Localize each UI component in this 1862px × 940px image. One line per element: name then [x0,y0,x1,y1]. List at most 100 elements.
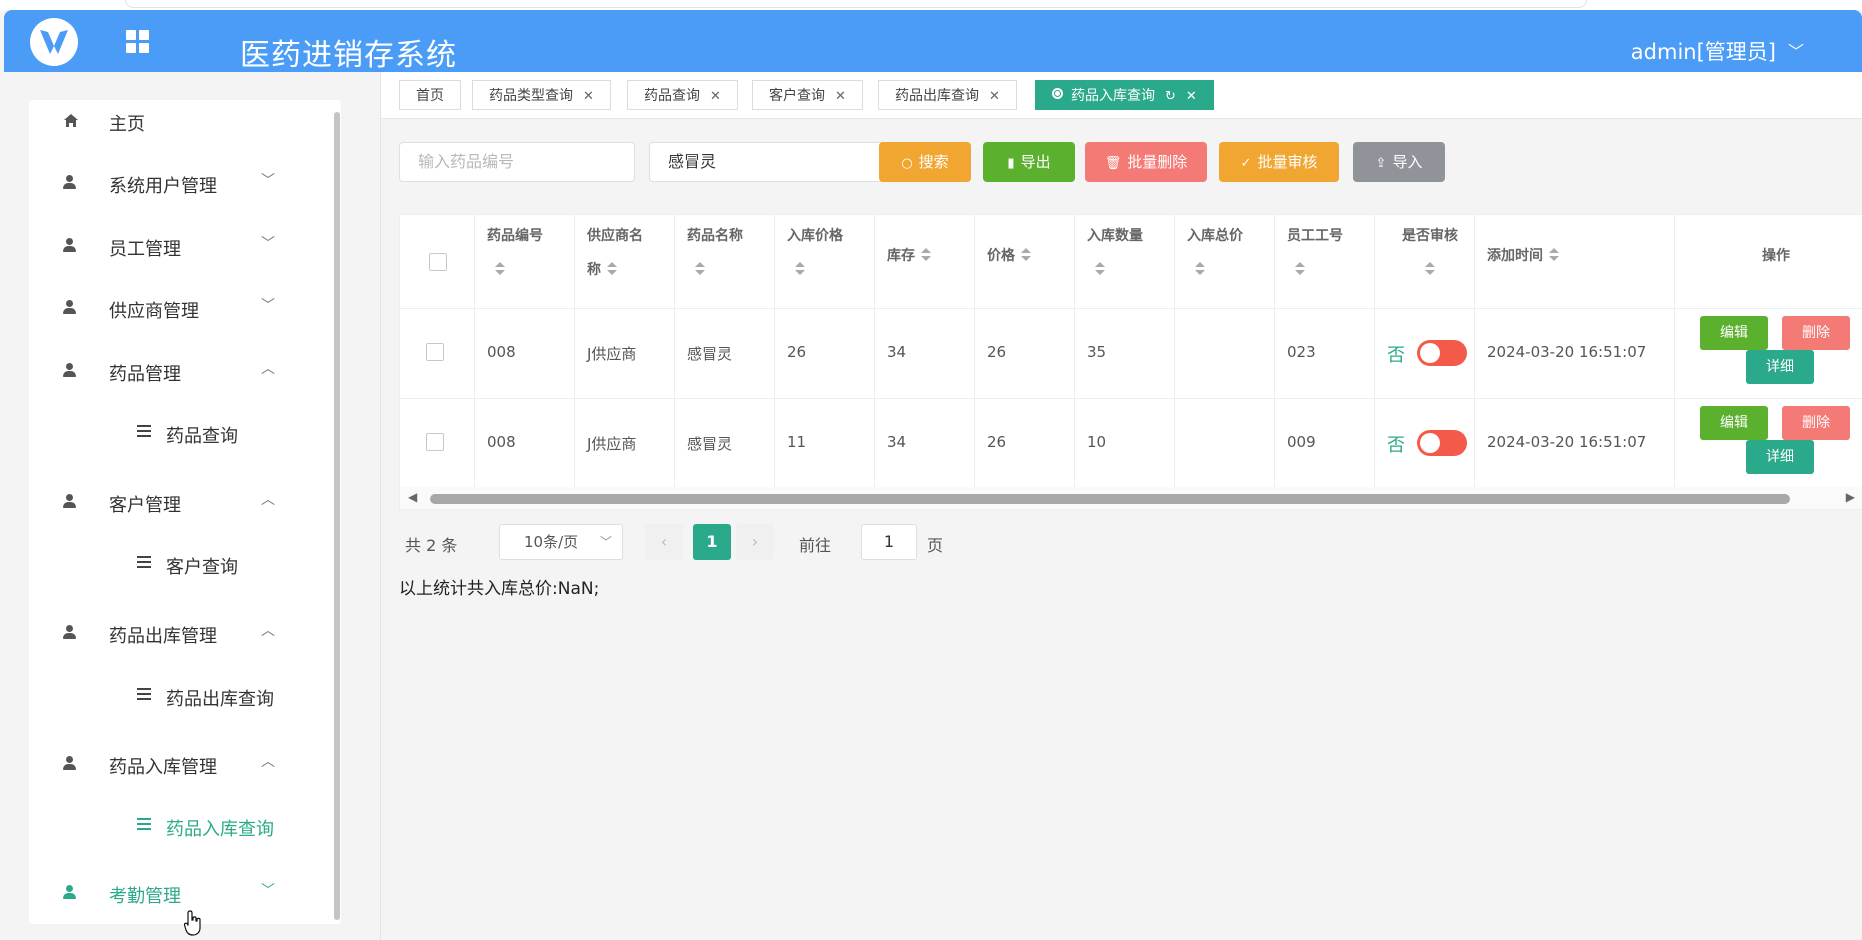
sort-icon[interactable] [695,262,705,276]
sidebar-item-outbound-query[interactable]: 药品出库查询 [29,675,329,719]
pagination-total: 共 2 条 [405,536,458,555]
sidebar-item-attendance[interactable]: 考勤管理 ﹀ [29,872,329,916]
scroll-thumb[interactable] [430,494,1790,504]
table-row: 008 J供应商 感冒灵 26 34 26 35 023 否 2024-03-2… [400,308,1862,399]
header-qty[interactable]: 入库数量 [1087,219,1143,287]
sort-icon[interactable] [1549,248,1559,262]
sort-icon[interactable] [1295,262,1305,276]
sidebar-item-label: 药品查询 [166,426,238,447]
sidebar-item-inbound-query[interactable]: 药品入库查询 [29,805,329,849]
close-icon[interactable]: ✕ [989,89,1000,104]
goto-page-input[interactable]: 1 [861,524,917,560]
list-icon [137,688,155,706]
cell-price: 26 [987,343,1007,361]
user-menu[interactable]: admin[管理员] ﹀ [1631,36,1804,66]
chevron-down-icon: ﹀ [261,883,275,899]
header-in-price[interactable]: 入库价格 [787,219,843,287]
sort-icon[interactable] [1021,248,1031,262]
select-all-checkbox[interactable] [429,253,447,271]
chevron-down-icon: ﹀ [1787,42,1804,61]
edit-button[interactable]: 编辑 [1700,316,1768,350]
tab-drug-query[interactable]: 药品查询 ✕ [627,80,738,110]
edit-button[interactable]: 编辑 [1700,406,1768,440]
next-page-button[interactable]: › [736,524,774,560]
batch-delete-button[interactable]: 🗑 批量删除 [1085,142,1207,182]
close-icon[interactable]: ✕ [835,89,846,104]
sidebar-item-system-users[interactable]: 系统用户管理 ﹀ [29,162,329,206]
sidebar-item-drug-query[interactable]: 药品查询 [29,412,329,456]
sidebar-item-staff[interactable]: 员工管理 ﹀ [29,225,329,269]
sidebar-scrollbar[interactable] [334,112,340,920]
page-size-select[interactable]: 10条/页 ﹀ [499,524,623,560]
header-stock[interactable]: 库存 [887,239,931,273]
row-checkbox[interactable] [426,343,444,361]
sidebar-item-drugs[interactable]: 药品管理 ︿ [29,350,329,394]
cell-qty: 35 [1087,343,1107,361]
sidebar-item-customers[interactable]: 客户管理 ︿ [29,481,329,525]
batch-audit-button[interactable]: ✓ 批量审核 [1219,142,1339,182]
close-icon[interactable]: ✕ [1186,89,1197,104]
header-staff[interactable]: 员工工号 [1287,219,1343,287]
header-price[interactable]: 价格 [987,239,1031,273]
sort-icon[interactable] [495,262,505,276]
scroll-right-icon[interactable]: ▶ [1846,490,1855,504]
header-supplier[interactable]: 供应商名称 [587,219,643,287]
page-unit-label: 页 [927,536,944,555]
browser-strip [0,0,1862,10]
sort-icon[interactable] [1425,262,1435,276]
sidebar-item-drug-inbound[interactable]: 药品入库管理 ︿ [29,743,329,787]
delete-button[interactable]: 删除 [1782,406,1850,440]
audit-toggle[interactable] [1417,340,1467,366]
tab-inbound-query[interactable]: 药品入库查询 ↻ ✕ [1035,80,1214,110]
audit-toggle[interactable] [1417,430,1467,456]
sidebar-item-suppliers[interactable]: 供应商管理 ﹀ [29,287,329,331]
delete-button[interactable]: 删除 [1782,316,1850,350]
sort-icon[interactable] [921,248,931,262]
sort-icon[interactable] [1195,262,1205,276]
scroll-left-icon[interactable]: ◀ [408,490,417,504]
table-horizontal-scrollbar[interactable]: ◀ ▶ [400,487,1862,509]
cell-added: 2024-03-20 16:51:07 [1487,433,1647,451]
detail-button[interactable]: 详细 [1746,350,1814,384]
sidebar-item-home[interactable]: 主页 [29,100,329,144]
tab-home[interactable]: 首页 [399,80,461,110]
sidebar-item-customer-query[interactable]: 客户查询 [29,543,329,587]
header-total[interactable]: 入库总价 [1187,219,1243,287]
sidebar-item-label: 客户管理 [109,495,181,516]
header-label: 入库总价 [1187,228,1243,244]
person-icon [62,174,80,192]
sidebar-item-drug-outbound[interactable]: 药品出库管理 ︿ [29,612,329,656]
header-ops: 操作 [1762,239,1790,273]
drug-name-input[interactable]: 感冒灵 [649,142,885,182]
sort-icon[interactable] [607,262,617,276]
row-checkbox[interactable] [426,433,444,451]
tab-customer-query[interactable]: 客户查询 ✕ [752,80,863,110]
page-number-button[interactable]: 1 [693,524,731,560]
apps-grid-icon[interactable] [126,30,152,56]
header-name[interactable]: 药品名称 [687,219,743,287]
close-icon[interactable]: ✕ [710,89,721,104]
chevron-down-icon: ﹀ [261,298,275,314]
sidebar-item-label: 系统用户管理 [109,176,217,197]
tab-drug-type-query[interactable]: 药品类型查询 ✕ [472,80,611,110]
sort-icon[interactable] [1095,262,1105,276]
tab-outbound-query[interactable]: 药品出库查询 ✕ [878,80,1017,110]
header-audited[interactable]: 是否审核 [1395,219,1465,287]
header-code[interactable]: 药品编号 [487,219,543,287]
search-button[interactable]: ○ 搜索 [879,142,971,182]
close-icon[interactable]: ✕ [583,89,594,104]
prev-page-button[interactable]: ‹ [645,524,683,560]
export-button[interactable]: ▮ 导出 [983,142,1075,182]
tab-bar: 首页 药品类型查询 ✕ 药品查询 ✕ 客户查询 ✕ 药品出库查询 ✕ 药品入库查询 ↻ ✕ [381,72,1862,119]
tab-label: 药品入库查询 [1071,88,1155,104]
drug-code-input[interactable]: 输入药品编号 [399,142,635,182]
sidebar-item-label: 药品入库查询 [166,819,274,840]
header-added[interactable]: 添加时间 [1487,239,1559,273]
import-button[interactable]: ⇪ 导入 [1353,142,1445,182]
refresh-icon[interactable]: ↻ [1165,89,1176,104]
list-icon [137,556,155,574]
sidebar: 主页 系统用户管理 ﹀ 员工管理 ﹀ 供应商管理 ﹀ 药品管理 ︿ 药品查询 客… [29,100,341,924]
detail-button[interactable]: 详细 [1746,440,1814,474]
sort-icon[interactable] [795,262,805,276]
cell-price: 26 [987,433,1007,451]
